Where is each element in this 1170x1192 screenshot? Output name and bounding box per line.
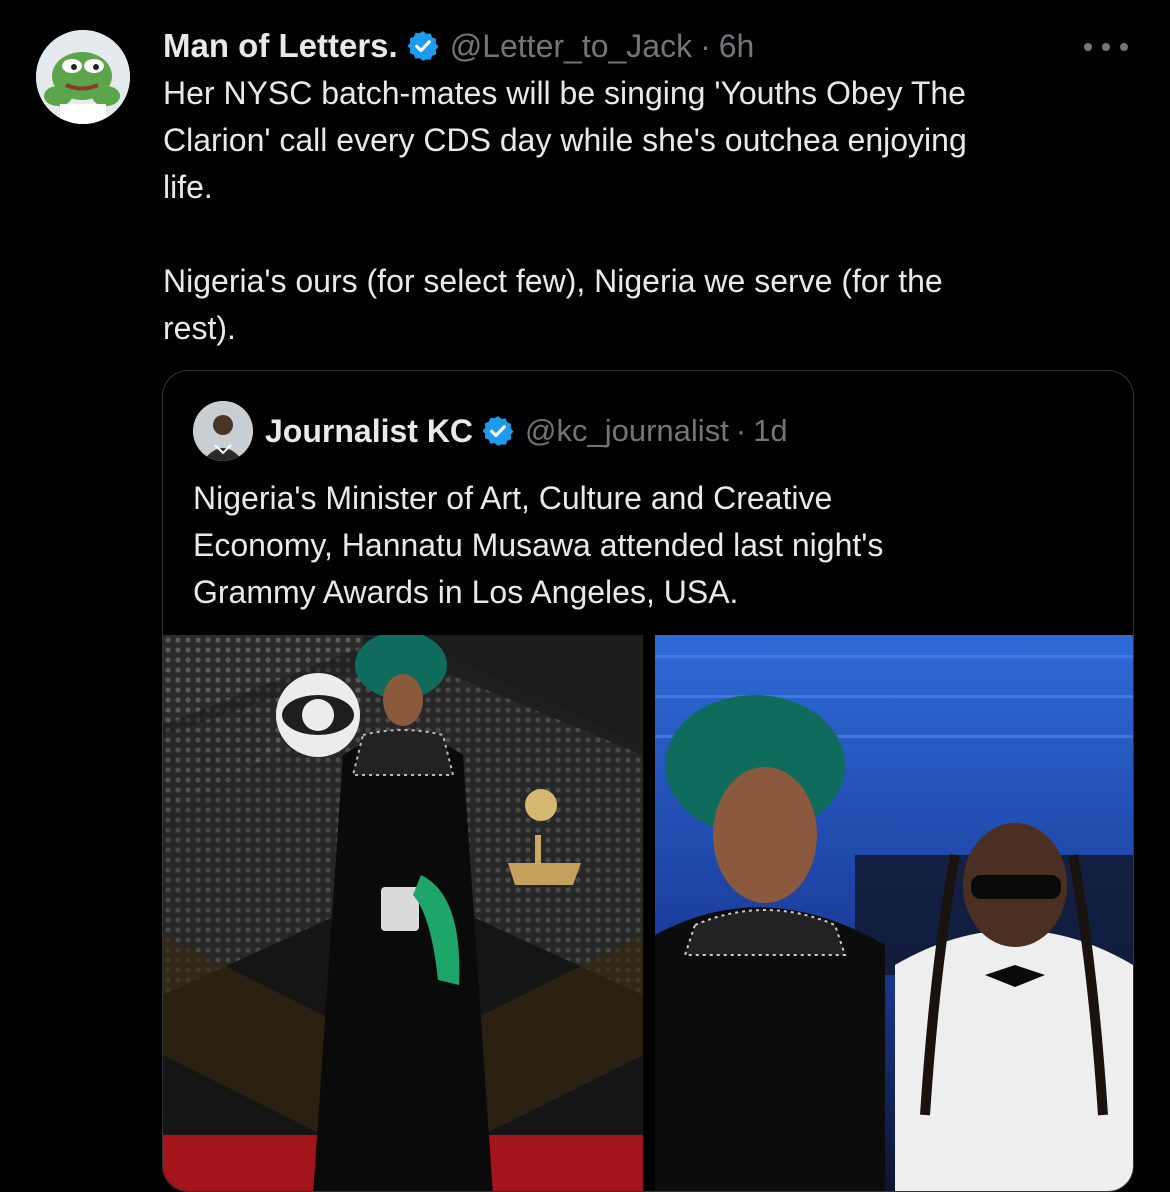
- quoted-author-avatar[interactable]: [193, 401, 253, 461]
- tweet-text-line: Nigeria's ours (for select few), Nigeria…: [163, 263, 943, 299]
- quoted-text-line: Economy, Hannatu Musawa attended last ni…: [193, 527, 884, 563]
- tweet-text-line: rest).: [163, 310, 236, 346]
- tweet-text: Her NYSC batch-mates will be singing 'Yo…: [163, 70, 1123, 352]
- quoted-tweet-timestamp[interactable]: 1d: [753, 413, 787, 449]
- more-options-icon[interactable]: [1084, 40, 1128, 54]
- separator-dot: ·: [735, 413, 747, 448]
- author-display-name[interactable]: Man of Letters.: [163, 27, 398, 65]
- media-photo-red-carpet[interactable]: [163, 635, 643, 1191]
- quoted-text-line: Nigeria's Minister of Art, Culture and C…: [193, 480, 833, 516]
- tweet-header: Man of Letters. @Letter_to_Jack · 6h: [163, 24, 1130, 68]
- quoted-author-handle[interactable]: @kc_journalist: [525, 413, 729, 449]
- pepe-avatar-image: [36, 30, 130, 124]
- quoted-tweet-text: Nigeria's Minister of Art, Culture and C…: [193, 475, 1093, 616]
- tweet-text-line: Clarion' call every CDS day while she's …: [163, 122, 967, 158]
- verified-badge-icon: [406, 29, 440, 63]
- quoted-text-line: Grammy Awards in Los Angeles, USA.: [193, 574, 739, 610]
- tweet-text-blank-line: [163, 211, 1123, 258]
- media-photo-event-selfie[interactable]: [655, 635, 1133, 1191]
- quoted-author-display-name[interactable]: Journalist KC: [265, 413, 473, 450]
- quoted-tweet-header: Journalist KC @kc_journalist · 1d: [193, 401, 788, 461]
- author-avatar[interactable]: [36, 30, 130, 124]
- separator-dot: ·: [700, 27, 711, 64]
- quoted-avatar-image: [193, 401, 253, 461]
- author-handle[interactable]: @Letter_to_Jack: [450, 28, 692, 65]
- tweet-timestamp[interactable]: 6h: [719, 28, 755, 65]
- tweet-text-line: life.: [163, 169, 213, 205]
- tweet-text-line: Her NYSC batch-mates will be singing 'Yo…: [163, 75, 966, 111]
- verified-badge-icon: [481, 414, 515, 448]
- quoted-tweet-card[interactable]: Journalist KC @kc_journalist · 1d Nigeri…: [162, 370, 1134, 1192]
